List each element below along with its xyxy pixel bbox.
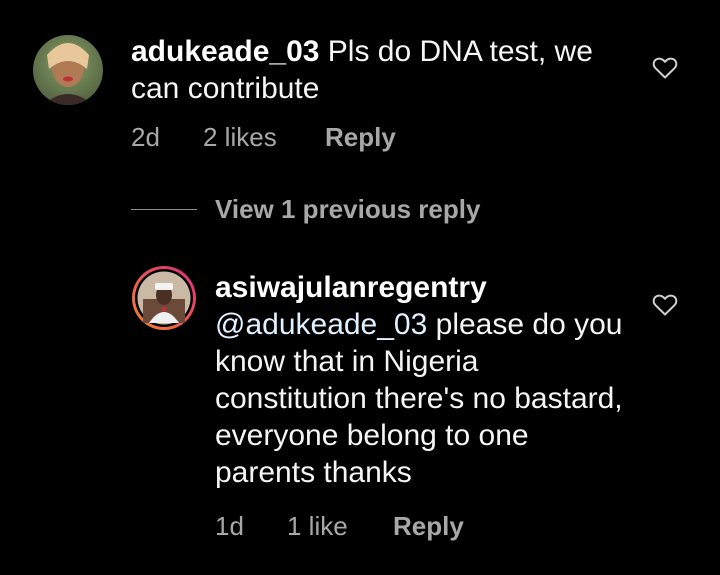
comment-username[interactable]: adukeade_03 [131, 35, 319, 68]
comment-meta: 2d 2 likes Reply [131, 122, 396, 153]
reply-button[interactable]: Reply [325, 122, 396, 153]
view-replies-label: View 1 previous reply [215, 194, 481, 224]
reply-time: 1d [215, 511, 244, 541]
avatar[interactable] [33, 35, 103, 105]
mention-link[interactable]: @adukeade_03 [215, 308, 427, 341]
heart-outline-icon [652, 294, 678, 316]
reply-button[interactable]: Reply [393, 511, 464, 542]
reply-item: asiwajulanregentry @adukeade_03 please d… [0, 260, 720, 560]
like-button[interactable] [652, 56, 678, 80]
view-previous-replies-button[interactable]: View 1 previous reply [131, 194, 480, 225]
reply-meta: 1d 1 like Reply [215, 511, 464, 542]
comment-text: adukeade_03 Pls do DNA test, we can cont… [131, 33, 631, 107]
reply-text: asiwajulanregentry @adukeade_03 please d… [215, 269, 635, 491]
comment-likes-count[interactable]: 2 likes [203, 122, 325, 153]
reply-username[interactable]: asiwajulanregentry [215, 271, 487, 304]
comment-time: 2d [131, 122, 160, 152]
avatar[interactable] [131, 265, 197, 331]
like-button[interactable] [652, 293, 678, 317]
comment-item: adukeade_03 Pls do DNA test, we can cont… [0, 0, 720, 170]
reply-likes-count[interactable]: 1 like [287, 511, 393, 542]
heart-outline-icon [652, 57, 678, 79]
divider-line [131, 209, 197, 210]
